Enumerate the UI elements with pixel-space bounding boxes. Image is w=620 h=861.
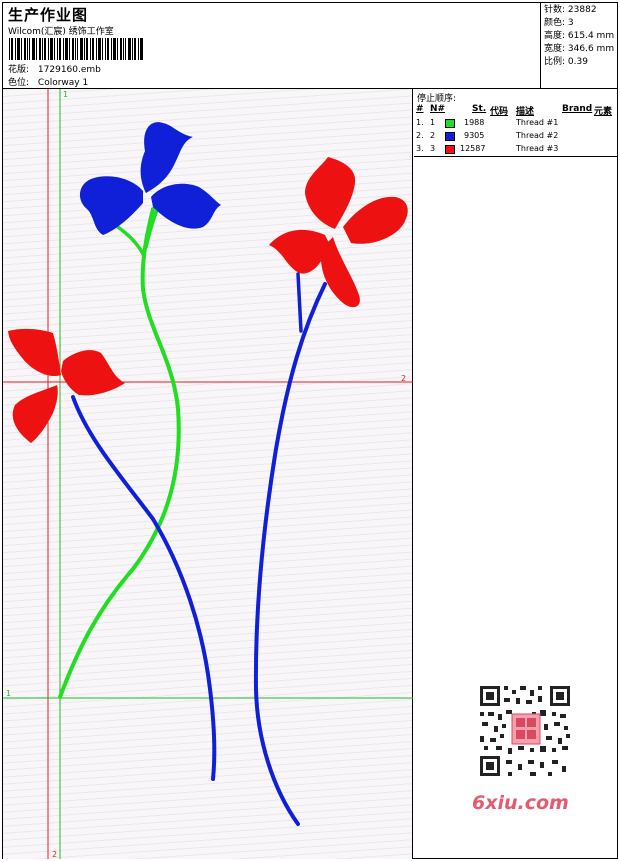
colorway-value: Colorway 1 [37, 78, 89, 88]
row-code: 1988 [464, 118, 485, 127]
col-code: 代码 [490, 107, 509, 117]
stat-width-value: 346.6 mm [567, 44, 615, 54]
col-element: 元素 [594, 107, 613, 117]
red-petal-left [269, 229, 329, 274]
embroidery-artwork: 1 2 2 1 [3, 89, 413, 859]
sheet-title: 生产作业图 [8, 6, 89, 24]
row-index: 3. [416, 144, 424, 153]
guide-label-vertical-green: 1 [63, 90, 68, 99]
stat-stitches: 针数: 23882 [544, 4, 614, 17]
thread-color-swatch [445, 145, 455, 154]
guide-label-horizontal-green: 1 [6, 689, 11, 698]
colorway-label: 色位: [8, 78, 30, 88]
col-n: N# [430, 104, 446, 114]
row-index: 1. [416, 118, 424, 127]
design-file-label: 花版: [8, 65, 30, 75]
row-n: 3 [430, 144, 436, 153]
blue-petal-top [140, 122, 193, 193]
stat-colors-value: 3 [567, 18, 574, 28]
stat-scale-label: 比例: [544, 57, 566, 67]
design-file-line: 花版: 1729160.emb [8, 62, 101, 75]
blue-petal-left [79, 176, 143, 235]
stat-stitches-label: 针数: [544, 5, 566, 15]
red-flower-left [8, 328, 125, 443]
stat-scale: 比例: 0.39 [544, 56, 614, 69]
blue-petal-right [151, 183, 221, 229]
stat-stitches-value: 23882 [567, 5, 597, 15]
table-row: 1. 1 1988 Thread #1 [414, 118, 617, 130]
red-petal-bottom-left [12, 385, 58, 443]
row-desc: Thread #3 [516, 144, 559, 153]
design-file-value: 1729160.emb [37, 65, 101, 75]
red-petal-top [305, 157, 356, 229]
row-code: 9305 [464, 131, 485, 140]
guide-label-vertical-red: 2 [52, 850, 57, 859]
stat-scale-value: 0.39 [567, 57, 588, 67]
red-petal-right [61, 350, 125, 396]
col-st: St. [472, 104, 487, 114]
stat-height-label: 高度: [544, 31, 566, 41]
stat-width: 宽度: 346.6 mm [544, 43, 614, 56]
thread-color-swatch [445, 132, 455, 141]
table-row: 2. 2 9305 Thread #2 [414, 131, 617, 143]
table-row: 3. 3 12587 Thread #3 [414, 144, 617, 156]
red-petal-top-left [8, 328, 61, 377]
row-desc: Thread #2 [516, 131, 559, 140]
stat-width-label: 宽度: [544, 44, 566, 54]
green-stem [58, 207, 181, 699]
watermark-brand: 6xiu.com [472, 792, 569, 814]
studio-name: Wilcom(汇宸) 绣饰工作室 [8, 27, 114, 37]
qr-code-icon [468, 682, 580, 782]
col-brand: Brand [562, 104, 593, 114]
design-preview: 1 2 2 1 [3, 89, 413, 859]
row-n: 2 [430, 131, 436, 140]
design-stats: 针数: 23882 颜色: 3 高度: 615.4 mm 宽度: 346.6 m… [544, 4, 614, 69]
blue-stem-right [253, 282, 327, 826]
stat-height: 高度: 615.4 mm [544, 30, 614, 43]
colorway-line: 色位: Colorway 1 [8, 75, 88, 88]
stat-height-value: 615.4 mm [567, 31, 615, 41]
header-info: 生产作业图 Wilcom(汇宸) 绣饰工作室 花版: 1729160.emb 色… [3, 3, 541, 89]
red-flower-right [269, 157, 408, 308]
blue-stem-right-branch [296, 272, 303, 333]
blue-stem-left [71, 395, 217, 781]
row-code: 12587 [460, 144, 486, 153]
guide-label-horizontal-red: 2 [401, 374, 406, 383]
row-desc: Thread #1 [516, 118, 559, 127]
stat-colors: 颜色: 3 [544, 17, 614, 30]
stat-colors-label: 颜色: [544, 18, 566, 28]
stop-sequence-title: 停止顺序: [417, 94, 457, 104]
barcode-icon [9, 38, 143, 60]
stop-sequence-panel: 停止顺序: # N# St. 代码 描述 Brand 元素 1. 1 1988 … [414, 89, 617, 157]
col-desc: 描述 [516, 107, 535, 117]
sheet-header: 生产作业图 Wilcom(汇宸) 绣饰工作室 花版: 1729160.emb 色… [3, 3, 617, 89]
col-index: # [416, 104, 424, 114]
thread-color-swatch [445, 119, 455, 128]
row-index: 2. [416, 131, 424, 140]
green-stem-branch-left [111, 221, 145, 256]
red-petal-right [343, 196, 408, 244]
row-n: 1 [430, 118, 436, 127]
